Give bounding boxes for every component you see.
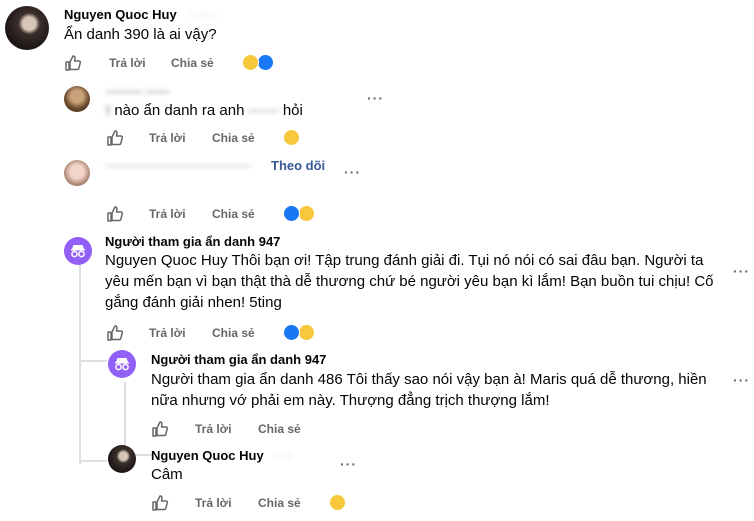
- like-icon[interactable]: [106, 205, 124, 223]
- share-button[interactable]: Chia sẻ: [212, 131, 255, 145]
- like-icon[interactable]: [151, 420, 169, 438]
- reaction-summary[interactable]: [283, 323, 319, 343]
- more-icon[interactable]: ···: [367, 90, 384, 106]
- share-button[interactable]: Chia sẻ: [171, 56, 214, 70]
- haha-reaction-icon: [242, 54, 259, 71]
- thread-branch-2: [79, 460, 107, 462]
- like-icon[interactable]: [64, 54, 82, 72]
- reply-button[interactable]: Trả lời: [149, 131, 186, 145]
- reply-button[interactable]: Trả lời: [109, 56, 146, 70]
- reply-button[interactable]: Trả lời: [195, 422, 232, 436]
- more-icon[interactable]: ···: [340, 456, 357, 472]
- comment-text: Người tham gia ẩn danh 486 Tôi thấy sao …: [151, 371, 707, 409]
- commenter-name[interactable]: Nguyen Quoc Huy: [151, 448, 264, 463]
- avatar[interactable]: [64, 86, 90, 112]
- comment-time: · ··· ·: [190, 7, 217, 21]
- more-icon[interactable]: ···: [733, 263, 750, 279]
- anonymous-avatar-icon[interactable]: [108, 350, 136, 378]
- haha-reaction-icon: [298, 324, 315, 341]
- anonymous-avatar-icon[interactable]: [64, 237, 92, 265]
- like-icon[interactable]: [106, 129, 124, 147]
- like-reaction-icon: [283, 205, 300, 222]
- avatar[interactable]: [108, 445, 136, 473]
- like-reaction-icon: [257, 54, 274, 71]
- follow-link[interactable]: Theo dõi: [271, 158, 325, 173]
- reaction-summary[interactable]: [283, 204, 319, 224]
- reply-button[interactable]: Trả lời: [149, 326, 186, 340]
- like-icon[interactable]: [151, 494, 169, 512]
- avatar[interactable]: [5, 6, 49, 50]
- haha-reaction-icon: [329, 494, 346, 511]
- more-icon[interactable]: ···: [344, 164, 361, 180]
- commenter-name[interactable]: Người tham gia ẩn danh 947: [105, 234, 280, 249]
- share-button[interactable]: Chia sẻ: [258, 496, 301, 510]
- comment-time: · ··: [276, 448, 292, 462]
- like-reaction-icon: [283, 324, 300, 341]
- haha-reaction-icon: [298, 205, 315, 222]
- share-button[interactable]: Chia sẻ: [258, 422, 301, 436]
- commenter-name-hidden: ————————————: [106, 158, 250, 172]
- reaction-summary[interactable]: [329, 493, 349, 513]
- commenter-name-hidden: ——— ——: [106, 84, 170, 98]
- like-icon[interactable]: [106, 324, 124, 342]
- share-button[interactable]: Chia sẻ: [212, 326, 255, 340]
- reply-button[interactable]: Trả lời: [195, 496, 232, 510]
- comment-text: Ẩn danh 390 là ai vậy?: [64, 26, 217, 43]
- comment-text: Câm: [151, 466, 183, 483]
- reaction-summary[interactable]: [283, 128, 303, 148]
- thread-line: [79, 262, 81, 464]
- reply-button[interactable]: Trả lời: [149, 207, 186, 221]
- thread-line-2: [124, 382, 126, 454]
- reaction-summary[interactable]: [242, 53, 278, 73]
- comment-text: t nào ẩn danh ra anh —— hỏi: [106, 102, 303, 119]
- comment-text: Nguyen Quoc Huy Thôi bạn ơi! Tập trung đ…: [105, 252, 714, 311]
- commenter-name[interactable]: Nguyen Quoc Huy: [64, 7, 177, 22]
- haha-reaction-icon: [283, 129, 300, 146]
- more-icon[interactable]: ···: [733, 372, 750, 388]
- thread-branch: [79, 360, 107, 362]
- avatar[interactable]: [64, 160, 90, 186]
- commenter-name[interactable]: Người tham gia ẩn danh 947: [151, 352, 326, 367]
- share-button[interactable]: Chia sẻ: [212, 207, 255, 221]
